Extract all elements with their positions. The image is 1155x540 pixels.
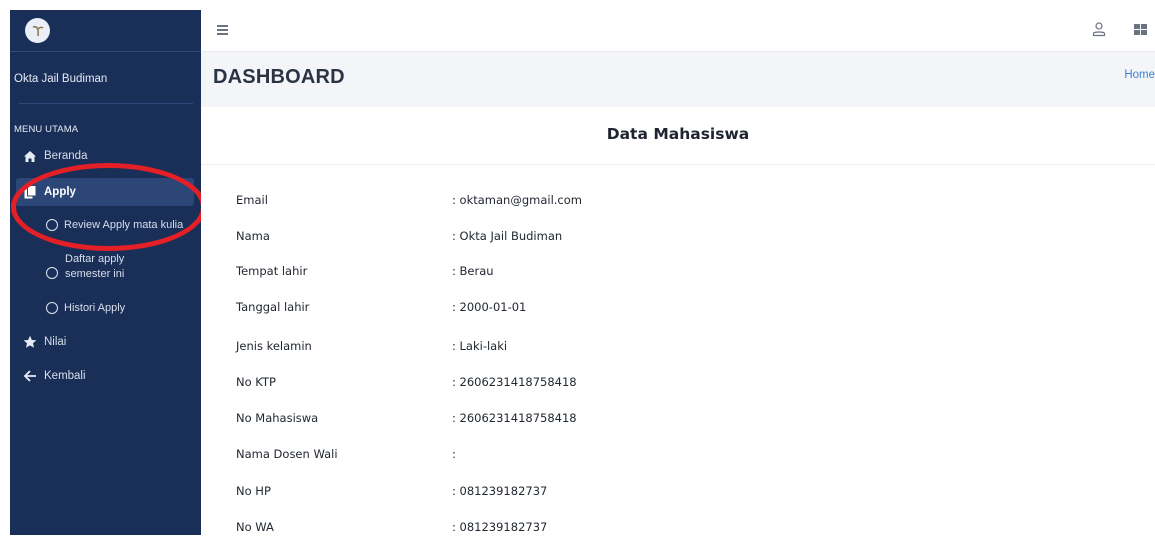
data-row-email: Email : oktaman@gmail.com	[201, 193, 1155, 213]
menu-icon[interactable]	[217, 25, 229, 35]
field-label: Nama	[236, 229, 270, 243]
sidebar-subitem-histori-apply[interactable]: Histori Apply	[46, 302, 125, 314]
user-panel[interactable]: Okta Jail Budiman	[10, 52, 201, 104]
data-row-jenis-kelamin: Jenis kelamin : Laki-laki	[201, 339, 1155, 359]
sidebar-item-label: Nilai	[44, 336, 67, 348]
brand-name	[60, 22, 140, 38]
page-margin	[0, 0, 10, 535]
sidebar-item-label: Review Apply mata kulia	[64, 219, 184, 231]
top-navbar	[201, 10, 1155, 52]
field-label: Nama Dosen Wali	[236, 447, 338, 461]
sidebar-subitem-review-apply[interactable]: Review Apply mata kulia	[46, 219, 183, 231]
sidebar-item-label: Kembali	[44, 370, 86, 382]
field-label: Email	[236, 193, 268, 207]
sidebar-item-beranda[interactable]: Beranda	[16, 142, 194, 170]
field-value: : 081239182737	[452, 484, 548, 498]
field-value: : 2000-01-01	[452, 300, 527, 314]
data-row-tanggal-lahir: Tanggal lahir : 2000-01-01	[201, 300, 1155, 320]
brand-logo-icon	[25, 18, 50, 43]
sidebar-subitem-daftar-apply[interactable]: Daftar apply semester ini	[46, 253, 196, 289]
data-row-nama: Nama : Okta Jail Budiman	[201, 229, 1155, 249]
sidebar-item-nilai[interactable]: Nilai	[16, 328, 194, 356]
data-row-tempat-lahir: Tempat lahir : Berau	[201, 264, 1155, 284]
field-label: Tempat lahir	[236, 264, 308, 278]
circle-icon	[46, 302, 58, 314]
data-row-no-hp: No HP : 081239182737	[201, 484, 1155, 504]
field-label: No WA	[236, 520, 274, 534]
home-icon	[22, 148, 38, 164]
grid-icon[interactable]	[1134, 24, 1148, 36]
field-value: : 2606231418758418	[452, 411, 577, 425]
sidebar-item-label: Histori Apply	[64, 302, 126, 314]
field-value: : oktaman@gmail.com	[452, 193, 582, 207]
menu-header: MENU UTAMA	[14, 124, 79, 135]
sidebar-item-kembali[interactable]: Kembali	[16, 362, 194, 390]
field-label: Tanggal lahir	[236, 300, 310, 314]
field-value: : 2606231418758418	[452, 375, 577, 389]
data-row-no-wa: No WA : 081239182737	[201, 520, 1155, 540]
field-label: Jenis kelamin	[236, 339, 312, 353]
breadcrumb-home-link[interactable]: Home	[1124, 69, 1155, 81]
student-data-card: Data Mahasiswa Email : oktaman@gmail.com…	[201, 107, 1155, 535]
divider	[19, 103, 193, 104]
brand[interactable]	[10, 10, 201, 52]
sidebar-item-label: Apply	[44, 186, 76, 198]
field-value: : Berau	[452, 264, 494, 278]
app-frame: Okta Jail Budiman MENU UTAMA Beranda App…	[0, 0, 1155, 535]
page-title: DASHBOARD	[213, 66, 345, 88]
field-value: : 081239182737	[452, 520, 548, 534]
circle-icon	[46, 267, 58, 279]
sidebar-item-label: Daftar apply	[65, 253, 125, 265]
field-value: : Okta Jail Budiman	[452, 229, 563, 243]
data-row-no-ktp: No KTP : 2606231418758418	[201, 375, 1155, 395]
copy-icon	[22, 184, 38, 200]
data-row-nama-dosen-wali: Nama Dosen Wali :	[201, 447, 1155, 467]
user-icon[interactable]	[1091, 21, 1107, 37]
field-value: : Laki-laki	[452, 339, 508, 353]
star-icon	[22, 334, 38, 350]
sidebar-item-label: Beranda	[44, 150, 88, 162]
card-title: Data Mahasiswa	[606, 125, 750, 143]
divider	[201, 164, 1155, 165]
field-label: No KTP	[236, 375, 276, 389]
data-row-no-mahasiswa: No Mahasiswa : 2606231418758418	[201, 411, 1155, 431]
arrow-left-icon	[22, 368, 38, 384]
field-value: :	[452, 447, 456, 461]
field-label: No Mahasiswa	[236, 411, 319, 425]
sidebar: Okta Jail Budiman MENU UTAMA Beranda App…	[10, 10, 201, 535]
content-header: DASHBOARD Home	[201, 52, 1155, 107]
field-label: No HP	[236, 484, 271, 498]
sidebar-item-label: semester ini	[65, 268, 125, 280]
circle-icon	[46, 219, 58, 231]
user-name: Okta Jail Budiman	[14, 73, 108, 85]
sidebar-item-apply[interactable]: Apply	[16, 178, 194, 206]
